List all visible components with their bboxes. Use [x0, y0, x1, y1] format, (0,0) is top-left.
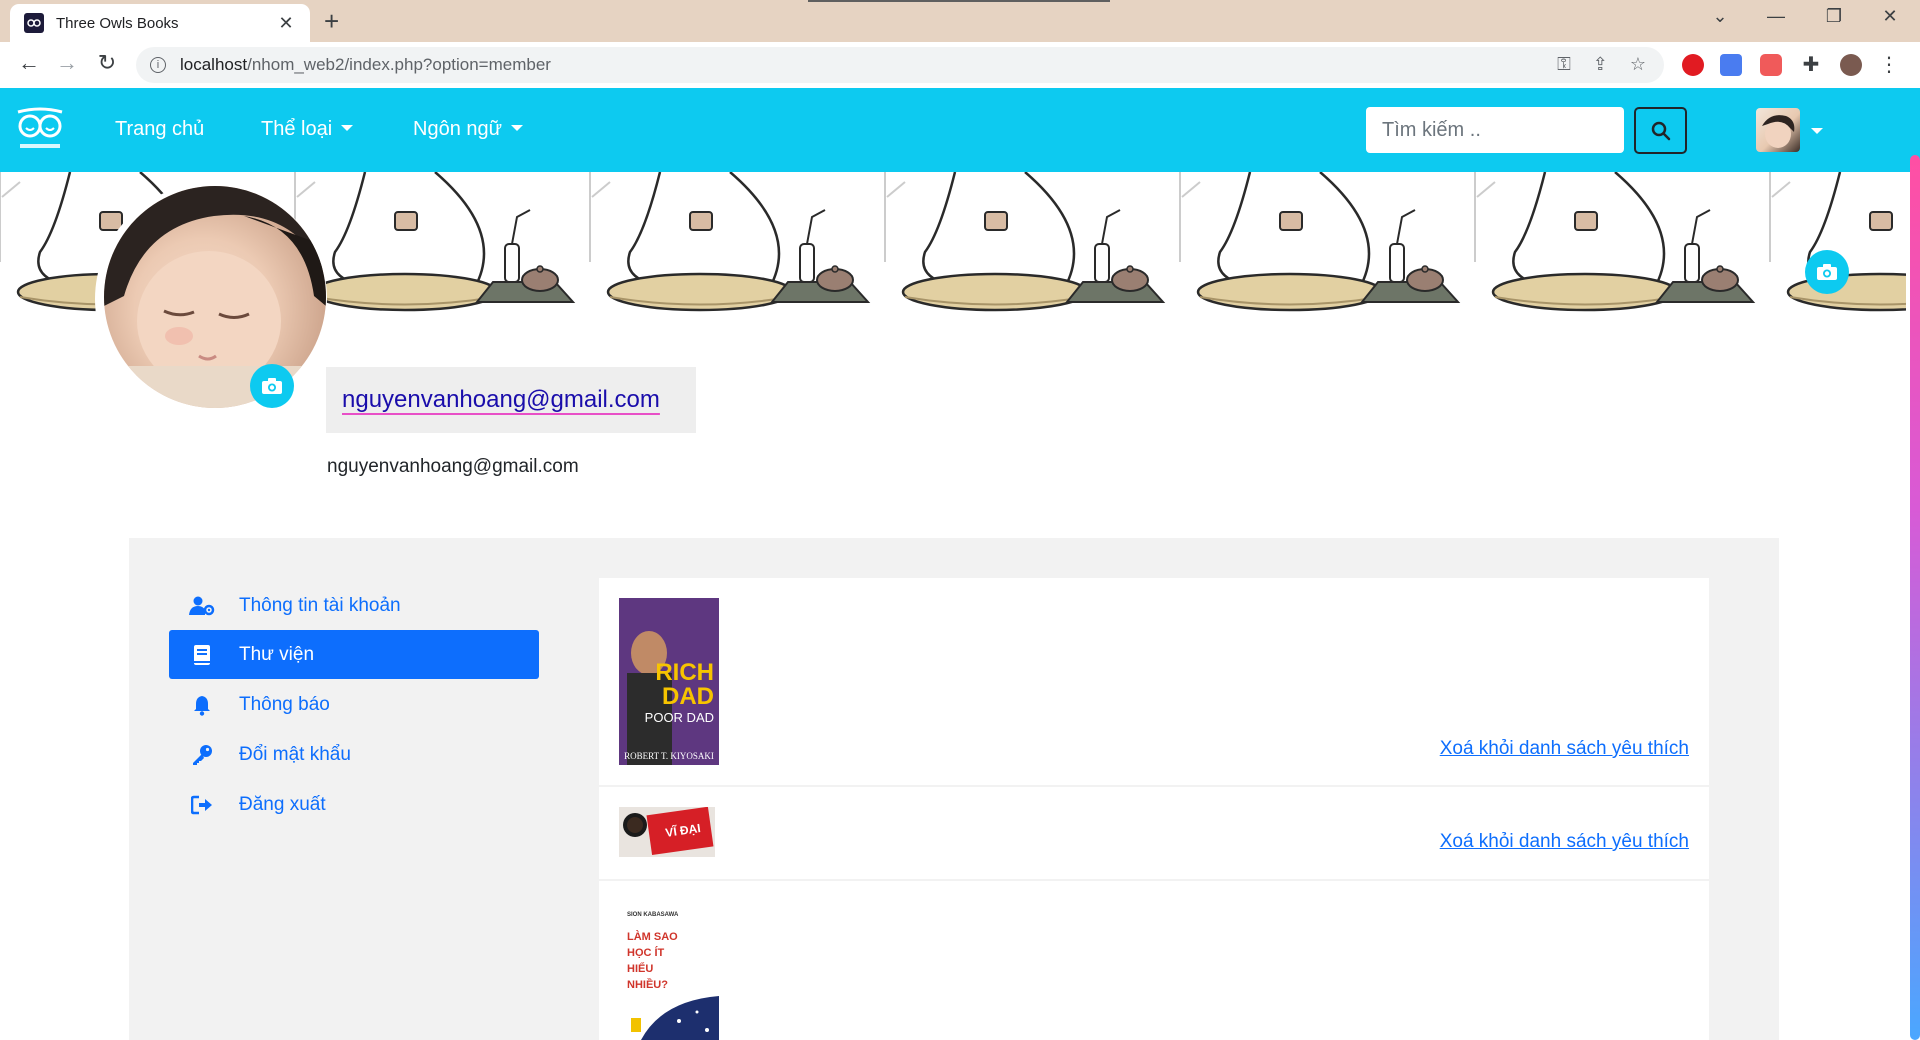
display-name[interactable]: nguyenvanhoang@gmail.com: [342, 386, 660, 414]
sidebar-item-change-password[interactable]: Đổi mật khẩu: [169, 730, 539, 779]
key-icon: [189, 744, 215, 766]
new-tab-button[interactable]: +: [324, 6, 339, 37]
share-icon[interactable]: ⇪: [1593, 54, 1608, 75]
svg-text:SION KABASAWA: SION KABASAWA: [627, 912, 679, 918]
sign-out-icon: [189, 795, 215, 815]
remove-favorite-link[interactable]: Xoá khỏi danh sách yêu thích: [1440, 738, 1689, 760]
sidebar-item-label: Thông tin tài khoản: [239, 594, 401, 616]
svg-text:POOR DAD: POOR DAD: [645, 710, 714, 725]
sidebar-item-library[interactable]: Thư viện: [169, 630, 539, 679]
owl-favicon-icon: [24, 13, 44, 33]
address-bar[interactable]: i localhost/nhom_web2/index.php?option=m…: [136, 47, 1664, 83]
remove-favorite-link[interactable]: Xoá khỏi danh sách yêu thích: [1440, 831, 1689, 853]
profile-avatar-icon[interactable]: [1840, 54, 1862, 76]
cover-pattern-tile: [294, 172, 576, 312]
browser-tabstrip: Three Owls Books ✕ + ⌄ — ❐ ✕: [0, 0, 1920, 42]
search-input[interactable]: [1366, 107, 1624, 153]
browser-tab[interactable]: Three Owls Books ✕: [10, 4, 310, 42]
url-text[interactable]: localhost/nhom_web2/index.php?option=mem…: [180, 55, 551, 75]
sidebar-item-label: Thư viện: [239, 643, 315, 665]
list-item: RICH DAD POOR DAD ROBERT T. KIYOSAKI Xoá…: [599, 578, 1709, 785]
sidebar-item-account-info[interactable]: Thông tin tài khoản: [169, 581, 539, 630]
bell-icon: [189, 694, 215, 716]
user-gear-icon: [189, 596, 215, 616]
book-cover[interactable]: RICH DAD POOR DAD ROBERT T. KIYOSAKI: [619, 598, 719, 765]
cover-pattern-tile: [1179, 172, 1461, 312]
member-panel: Thông tin tài khoản Thư viện Thông báo Đ…: [129, 538, 1779, 1040]
reload-icon[interactable]: ↻: [92, 50, 122, 76]
search-icon: [1651, 121, 1670, 140]
cover-pattern-tile: [884, 172, 1166, 312]
svg-text:HỌC ÍT: HỌC ÍT: [627, 946, 665, 959]
search-button[interactable]: [1634, 107, 1687, 154]
nav-home-link[interactable]: Trang chủ: [115, 118, 204, 141]
sidebar-item-label: Thông báo: [239, 693, 330, 715]
user-avatar[interactable]: [1756, 108, 1800, 152]
tab-title: Three Owls Books: [56, 14, 179, 32]
change-avatar-button[interactable]: [250, 364, 294, 408]
svg-text:ROBERT T. KIYOSAKI: ROBERT T. KIYOSAKI: [624, 751, 714, 761]
change-cover-button[interactable]: [1805, 250, 1849, 294]
svg-text:HIỂU: HIỂU: [627, 962, 653, 975]
book-cover[interactable]: VĨ ĐẠI: [619, 806, 715, 857]
sidebar-item-notifications[interactable]: Thông báo: [169, 680, 539, 729]
camera-icon: [262, 378, 282, 394]
svg-text:LÀM SAO: LÀM SAO: [627, 930, 678, 943]
back-arrow-icon[interactable]: ←: [14, 50, 44, 76]
shield-extension-icon[interactable]: [1760, 54, 1782, 76]
nav-language-dropdown[interactable]: Ngôn ngữ: [413, 118, 524, 141]
sidebar-item-label: Đổi mật khẩu: [239, 743, 351, 765]
sidebar-item-logout[interactable]: Đăng xuất: [169, 780, 539, 829]
restore-icon[interactable]: ❐: [1814, 6, 1854, 27]
list-item: SION KABASAWA LÀM SAO HỌC ÍT HIỂU NHIỀU?: [599, 881, 1709, 1040]
svg-text:DAD: DAD: [662, 683, 714, 710]
browser-toolbar: ← → ↻ i localhost/nhom_web2/index.php?op…: [0, 42, 1920, 88]
cover-pattern-tile: [1474, 172, 1756, 312]
svg-text:RICH: RICH: [655, 659, 714, 686]
key-icon[interactable]: ⚿: [1557, 54, 1571, 75]
camera-icon: [1817, 264, 1837, 280]
opera-extension-icon[interactable]: [1682, 54, 1704, 76]
nav-category-dropdown[interactable]: Thể loại: [261, 118, 354, 141]
page-scrollbar-thumb[interactable]: [1910, 155, 1920, 1040]
tab-search-chevron-icon[interactable]: ⌄: [1700, 6, 1740, 27]
forward-arrow-icon[interactable]: →: [52, 50, 82, 76]
favorites-list: RICH DAD POOR DAD ROBERT T. KIYOSAKI Xoá…: [599, 578, 1709, 1040]
extensions-puzzle-icon[interactable]: ✚: [1800, 54, 1822, 76]
book-icon: [189, 644, 215, 666]
list-item: VĨ ĐẠI Xoá khỏi danh sách yêu thích: [599, 787, 1709, 879]
user-menu-caret-icon[interactable]: [1811, 128, 1823, 134]
minimize-icon[interactable]: —: [1756, 6, 1796, 27]
site-info-icon[interactable]: i: [150, 57, 166, 73]
sidebar-item-label: Đăng xuất: [239, 793, 326, 815]
tab-close-icon[interactable]: ✕: [276, 13, 296, 34]
display-name-box[interactable]: nguyenvanhoang@gmail.com: [326, 367, 696, 433]
chevron-down-icon: [511, 125, 524, 131]
profile-avatar: [104, 186, 326, 408]
profile-email: nguyenvanhoang@gmail.com: [327, 456, 579, 477]
chevron-down-icon: [341, 125, 354, 131]
translate-extension-icon[interactable]: [1720, 54, 1742, 76]
bookmark-star-icon[interactable]: ☆: [1630, 54, 1646, 75]
cover-pattern-tile: [589, 172, 871, 312]
site-navbar: Trang chủ Thể loại Ngôn ngữ: [0, 88, 1920, 172]
three-owls-logo[interactable]: [14, 104, 66, 154]
svg-text:NHIỀU?: NHIỀU?: [627, 978, 668, 991]
book-cover[interactable]: SION KABASAWA LÀM SAO HỌC ÍT HIỂU NHIỀU?: [619, 906, 719, 1040]
menu-kebab-icon[interactable]: ⋮: [1878, 54, 1900, 76]
close-window-icon[interactable]: ✕: [1870, 6, 1910, 27]
tabstrip-divider: [808, 0, 1110, 2]
